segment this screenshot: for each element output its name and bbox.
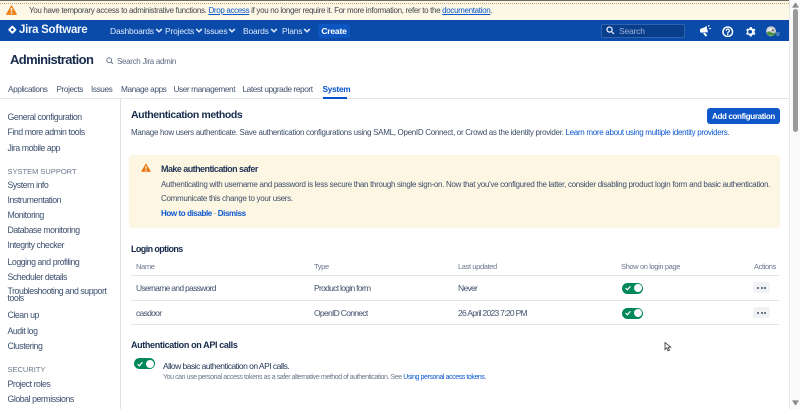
svg-text:u: u: [776, 32, 779, 38]
